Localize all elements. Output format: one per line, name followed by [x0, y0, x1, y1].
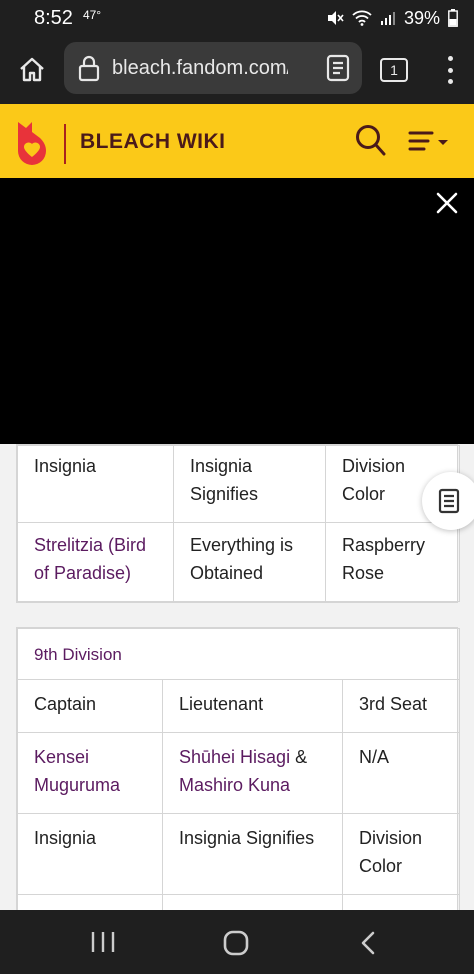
insignia-link[interactable]: Strelitzia (Bird of Paradise) [17, 522, 174, 602]
lieutenant-link[interactable]: Mashiro Kuna [179, 775, 290, 795]
wifi-icon [352, 10, 372, 26]
system-nav-bar [0, 910, 474, 974]
table-row: Strelitzia (Bird of Paradise) Everything… [17, 522, 460, 602]
fandom-logo-icon [18, 122, 46, 165]
wiki-search-button[interactable] [355, 124, 387, 163]
division-table-9: 9th Division Captain Lieutenant 3rd Seat… [16, 627, 461, 956]
status-icons: 39% [326, 8, 458, 29]
fandom-logo[interactable] [14, 120, 50, 171]
browser-menu-button[interactable] [440, 54, 460, 86]
tabs-button[interactable]: 1 [380, 58, 408, 82]
status-bar: 8:52 47° 39% [0, 0, 474, 36]
status-temperature: 47° [82, 8, 102, 22]
division-table-8: Insignia Insignia Signifies Division Col… [16, 444, 460, 603]
wiki-header: BLEACH WIKI [0, 104, 474, 178]
table-cell: N/A [341, 732, 461, 814]
back-button[interactable] [358, 930, 378, 961]
menu-dot [447, 79, 453, 84]
table-header-cell: 3rd Seat [341, 679, 461, 733]
table-header-cell: Insignia Signifies [162, 813, 343, 895]
hamburger-menu-icon [408, 131, 448, 151]
table-header-cell: Lieutenant [162, 679, 343, 733]
table-header-cell: Captain [17, 679, 163, 733]
browser-toolbar: bleach.fandom.com/wiki 1 [0, 36, 474, 104]
home-nav-icon [223, 930, 249, 956]
table-header-cell: Insignia [17, 445, 174, 523]
recent-apps-icon [91, 932, 115, 952]
mute-icon [327, 11, 344, 25]
wiki-title[interactable]: BLEACH WIKI [80, 130, 226, 154]
url-text: bleach.fandom.com/wiki [112, 56, 288, 79]
table-of-contents-button[interactable] [422, 472, 474, 530]
table-row: Insignia Insignia Signifies Division Col… [17, 813, 461, 895]
reader-mode-button[interactable] [326, 54, 350, 87]
video-player[interactable] [0, 178, 474, 444]
table-header-cell: Insignia [17, 813, 163, 895]
table-caption-row: 9th Division [16, 628, 461, 680]
table-row: Captain Lieutenant 3rd Seat [17, 679, 461, 733]
division-caption: 9th Division [16, 628, 461, 680]
search-icon [356, 125, 386, 156]
table-row: Kensei Muguruma Shūhei Hisagi & Mashiro … [17, 732, 461, 814]
ampersand: & [295, 747, 308, 767]
captain-link[interactable]: Kensei Muguruma [17, 732, 163, 814]
status-time: 8:52 [34, 6, 73, 29]
table-cell: Raspberry Rose [325, 522, 460, 602]
recent-apps-button[interactable] [90, 930, 116, 959]
home-button[interactable] [14, 52, 50, 88]
wiki-menu-button[interactable] [408, 130, 452, 159]
address-bar[interactable]: bleach.fandom.com/wiki [64, 42, 362, 94]
lieutenant-cell: Shūhei Hisagi & Mashiro Kuna [162, 732, 343, 814]
menu-dot [447, 67, 453, 73]
table-cell: Everything is Obtained [173, 522, 326, 602]
lieutenant-link[interactable]: Shūhei Hisagi [179, 747, 290, 767]
table-header-cell: Division Color [341, 813, 461, 895]
lock-icon [78, 55, 100, 82]
close-icon[interactable] [434, 190, 460, 216]
battery-percent: 39% [403, 7, 440, 28]
signal-icon [380, 12, 395, 25]
home-nav-button[interactable] [222, 930, 250, 961]
table-of-contents-icon [438, 488, 460, 514]
table-row: Insignia Insignia Signifies Division Col… [17, 445, 460, 523]
table-header-cell: Insignia Signifies [173, 445, 326, 523]
battery-icon [448, 9, 458, 27]
header-divider [64, 124, 66, 164]
home-icon [20, 57, 44, 82]
reader-mode-icon [326, 54, 350, 82]
menu-dot [447, 56, 453, 61]
back-icon [361, 931, 375, 955]
